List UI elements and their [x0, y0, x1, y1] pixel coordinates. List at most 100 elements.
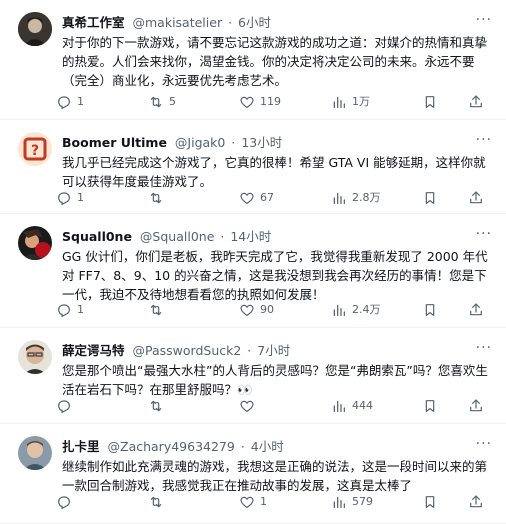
separator-dot: · [228, 15, 233, 30]
reply-button[interactable]: 1 [56, 92, 84, 112]
separator-dot: · [247, 343, 252, 358]
more-icon[interactable]: ··· [476, 340, 492, 356]
view-count: 2.8万 [352, 191, 381, 204]
more-icon[interactable]: ··· [476, 226, 492, 242]
share-button[interactable] [468, 188, 484, 208]
share-icon [470, 191, 482, 204]
views-icon [333, 96, 345, 108]
tweet-header: 扎卡里 @Zachary49634279 · 4小时 [62, 438, 496, 456]
author-handle[interactable]: @Zachary49634279 [108, 439, 235, 454]
retweet-button[interactable] [148, 396, 169, 416]
view-count: 444 [352, 399, 373, 412]
heart-icon [240, 400, 254, 412]
bookmark-icon [425, 96, 435, 108]
like-button[interactable]: 119 [239, 92, 281, 112]
views-icon [333, 304, 345, 316]
share-button[interactable] [468, 396, 484, 416]
reply-button[interactable]: 1 [56, 188, 84, 208]
author-handle[interactable]: @makisatelier [133, 15, 223, 30]
tweet-text: GG 伙计们，你们是老板，我昨天完成了它，我觉得我重新发现了 2000 年代对 … [62, 249, 488, 302]
timestamp[interactable]: 7小时 [257, 343, 290, 358]
avatar[interactable] [18, 226, 52, 260]
timestamp[interactable]: 6小时 [238, 15, 271, 30]
author-name[interactable]: 扎卡里 [62, 439, 100, 454]
retweet-button[interactable]: 5 [148, 92, 176, 112]
like-button[interactable]: 90 [239, 300, 274, 320]
bookmark-button[interactable] [422, 92, 438, 112]
retweet-button[interactable] [148, 188, 169, 208]
like-count: 67 [260, 191, 274, 204]
bookmark-button[interactable] [422, 492, 438, 512]
views-button[interactable]: 2.8万 [331, 188, 381, 208]
more-icon[interactable]: ··· [476, 132, 492, 148]
tweet-text: 继续制作如此充满灵魂的游戏，我想这是正确的说法，这是一段时间以来的第一款回合制游… [62, 459, 488, 493]
reply-button[interactable]: 1 [56, 300, 84, 320]
retweet-count: 5 [169, 95, 176, 108]
tweet-header: Squall0ne @Squall0ne · 14小时 [62, 228, 496, 246]
reply-button[interactable] [56, 396, 77, 416]
share-icon [470, 303, 482, 316]
share-button[interactable] [468, 492, 484, 512]
bookmark-button[interactable] [422, 396, 438, 416]
avatar[interactable]: ? [18, 132, 52, 166]
author-name[interactable]: 薛定谔马特 [62, 343, 125, 358]
views-button[interactable]: 2.4万 [331, 300, 381, 320]
avatar[interactable] [18, 436, 52, 470]
author-handle[interactable]: @PasswordSuck2 [133, 343, 242, 358]
views-button[interactable]: 444 [331, 396, 373, 416]
author-name[interactable]: Boomer Ultime [62, 135, 167, 150]
bookmark-icon [425, 496, 435, 508]
reply-icon [58, 400, 70, 413]
timestamp[interactable]: 4小时 [251, 439, 284, 454]
view-count: 1万 [352, 95, 370, 108]
author-name[interactable]: 真希工作室 [62, 15, 125, 30]
reply-tweet[interactable]: Squall0ne @Squall0ne · 14小时 ··· GG 伙计们，你… [0, 214, 506, 328]
tweet-header: 真希工作室 @makisatelier · 6小时 [62, 14, 496, 32]
share-button[interactable] [468, 300, 484, 320]
reply-button[interactable] [56, 492, 77, 512]
share-icon [470, 95, 482, 108]
reply-tweet[interactable]: ? Boomer Ultime @Jigak0 · 13小时 ··· 我几乎已经… [0, 120, 506, 214]
tweet-text: 对于你的下一款游戏，请不要忘记这款游戏的成功之道：对媒介的热情和真挚的热爱。人们… [62, 35, 488, 88]
views-button[interactable]: 1万 [331, 92, 370, 112]
heart-icon [240, 192, 254, 204]
tweet-header: 薛定谔马特 @PasswordSuck2 · 7小时 [62, 342, 496, 360]
like-count: 90 [260, 303, 274, 316]
share-icon [470, 495, 482, 508]
like-button[interactable]: 1 [239, 492, 267, 512]
reply-tweet[interactable]: 薛定谔马特 @PasswordSuck2 · 7小时 ··· 您是那个喷出“最强… [0, 328, 506, 424]
author-name[interactable]: Squall0ne [62, 229, 132, 244]
tweet-text: 我几乎已经完成这个游戏了，它真的很棒！希望 GTA VI 能够延期，这样你就可以… [62, 155, 486, 189]
bookmark-icon [425, 192, 435, 204]
view-count: 2.4万 [352, 303, 381, 316]
reply-tweet[interactable]: 真希工作室 @makisatelier · 6小时 ··· 对于你的下一款游戏，… [0, 0, 506, 120]
reply-count: 1 [77, 191, 84, 204]
like-button[interactable] [239, 396, 260, 416]
retweet-icon [150, 496, 162, 508]
bookmark-icon [425, 400, 435, 412]
retweet-button[interactable] [148, 492, 169, 512]
separator-dot: · [231, 135, 236, 150]
timestamp[interactable]: 14小时 [230, 229, 271, 244]
like-count: 119 [260, 95, 281, 108]
retweet-button[interactable] [148, 300, 169, 320]
author-handle[interactable]: @Squall0ne [140, 229, 214, 244]
like-button[interactable]: 67 [239, 188, 274, 208]
bookmark-button[interactable] [422, 300, 438, 320]
action-bar: 1 67 2.8万 [56, 188, 490, 208]
avatar[interactable] [18, 12, 52, 46]
reply-count: 1 [77, 95, 84, 108]
views-button[interactable]: 579 [331, 492, 373, 512]
share-button[interactable] [468, 92, 484, 112]
view-count: 579 [352, 495, 373, 508]
reply-tweet[interactable]: 扎卡里 @Zachary49634279 · 4小时 ··· 继续制作如此充满灵… [0, 424, 506, 524]
bookmark-button[interactable] [422, 188, 438, 208]
heart-icon [240, 496, 254, 508]
like-count: 1 [260, 495, 267, 508]
more-icon[interactable]: ··· [476, 436, 492, 452]
tweet-header: Boomer Ultime @Jigak0 · 13小时 [62, 134, 496, 152]
timestamp[interactable]: 13小时 [241, 135, 282, 150]
author-handle[interactable]: @Jigak0 [175, 135, 225, 150]
avatar[interactable] [18, 340, 52, 374]
more-icon[interactable]: ··· [476, 12, 492, 28]
